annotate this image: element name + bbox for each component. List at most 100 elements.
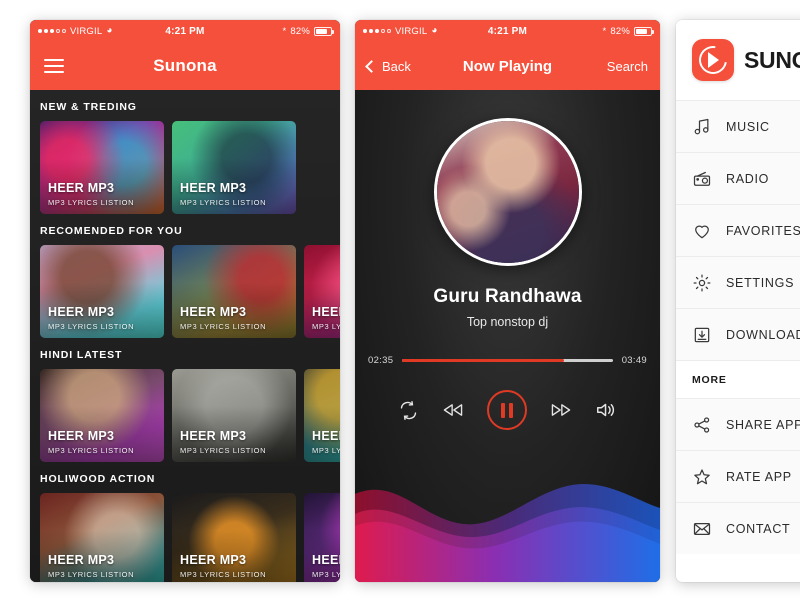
- card-carousel[interactable]: HEER MP3 MP3 LYRICS LISTION HEER MP3 MP3 LY…: [40, 493, 340, 582]
- repeat-icon[interactable]: [398, 400, 419, 421]
- menu-item-label: RADIO: [726, 171, 770, 186]
- card-text: HEER MP3 MP3 LYRICS LISTION: [312, 305, 340, 331]
- menu-item-label: FAVORITES: [726, 223, 800, 238]
- card-text: HEER MP3 MP3 LYRICS LISTION: [48, 181, 158, 207]
- carrier-label: VIRGIL: [70, 25, 103, 37]
- home-navbar: Sunona: [30, 42, 340, 90]
- card-subtitle: MP3 LYRICS LISTION: [48, 570, 135, 579]
- progress-fill: [402, 359, 565, 362]
- menu-item-radio[interactable]: RADIO: [676, 152, 800, 204]
- menu-item-settings[interactable]: SETTINGS: [676, 256, 800, 308]
- card-carousel[interactable]: HEER MP3 MP3 LYRICS LISTION HEER MP3 MP3 LY…: [40, 245, 340, 338]
- hamburger-icon[interactable]: [44, 59, 64, 73]
- artist-photo: [436, 121, 579, 263]
- menu-item-music[interactable]: MUSIC: [676, 100, 800, 152]
- rewind-icon[interactable]: [441, 400, 465, 420]
- battery-percent-label: 82%: [290, 25, 310, 37]
- status-bar-left: VIRGIL ◕: [38, 26, 113, 37]
- card-title: HEER MP3: [48, 305, 115, 320]
- card-carousel[interactable]: HEER MP3 MP3 LYRICS LISTION HEER MP3 MP3 LY…: [40, 369, 340, 462]
- menu-item-downloads[interactable]: DOWNLOADS: [676, 308, 800, 360]
- status-bar-right: * 82%: [602, 25, 654, 37]
- card-text: HEER MP3 MP3 LYRICS LISTION: [312, 553, 340, 579]
- app-logo: SUNONA: [676, 20, 800, 100]
- card-subtitle: MP3 LYRICS LISTION: [312, 570, 340, 579]
- card-text: HEER MP3 MP3 LYRICS LISTION: [48, 429, 158, 455]
- player-screen-panel: VIRGIL ◕ 4:21 PM * 82% Back Now Playing …: [355, 20, 660, 582]
- card-subtitle: MP3 LYRICS LISTION: [180, 322, 267, 331]
- home-section: NEW & TREDING HEER MP3 MP3 LYRICS LISTION H…: [30, 90, 340, 214]
- search-button[interactable]: Search: [607, 59, 648, 74]
- signal-strength-icon: [363, 29, 391, 33]
- menu-item-label: RATE APP: [726, 469, 792, 484]
- progress-row: 02:35 03:49: [355, 355, 660, 366]
- status-bar-left: VIRGIL ◕: [363, 26, 438, 37]
- screenshot-stage: VIRGIL ◕ 4:21 PM * 82% Sunona NEW & TRED…: [0, 0, 800, 600]
- menu-item-share-app[interactable]: SHARE APP: [676, 398, 800, 450]
- card-subtitle: MP3 LYRICS LISTION: [312, 322, 340, 331]
- page-title: Sunona: [153, 56, 217, 75]
- song-card[interactable]: HEER MP3 MP3 LYRICS LISTION: [40, 245, 164, 338]
- card-subtitle: MP3 LYRICS LISTION: [180, 446, 267, 455]
- card-text: HEER MP3 MP3 LYRICS LISTION: [180, 305, 290, 331]
- song-card[interactable]: HEER MP3 MP3 LYRICS LISTION: [304, 369, 340, 462]
- card-text: HEER MP3 MP3 LYRICS LISTION: [48, 553, 158, 579]
- battery-percent-label: 82%: [610, 25, 630, 37]
- player-navbar: Back Now Playing Search: [355, 42, 660, 90]
- song-card[interactable]: HEER MP3 MP3 LYRICS LISTION: [40, 121, 164, 214]
- status-bar-home: VIRGIL ◕ 4:21 PM * 82%: [30, 20, 340, 42]
- song-card[interactable]: HEER MP3 MP3 LYRICS LISTION: [172, 121, 296, 214]
- pause-icon: [501, 402, 513, 418]
- card-subtitle: MP3 LYRICS LISTION: [48, 198, 135, 207]
- album-art[interactable]: [433, 118, 582, 266]
- carrier-label: VIRGIL: [395, 25, 428, 37]
- star-icon: [692, 467, 712, 487]
- card-subtitle: MP3 LYRICS LISTION: [48, 446, 135, 455]
- player-controls: [355, 390, 660, 430]
- song-card[interactable]: HEER MP3 MP3 LYRICS LISTION: [40, 369, 164, 462]
- song-card[interactable]: HEER MP3 MP3 LYRICS LISTION: [40, 493, 164, 582]
- section-title: NEW & TREDING: [40, 101, 137, 113]
- song-card[interactable]: HEER MP3 MP3 LYRICS LISTION: [304, 245, 340, 338]
- music-note-icon: [692, 117, 712, 137]
- chevron-left-icon: [365, 59, 378, 73]
- menu-item-favorites[interactable]: FAVORITES: [676, 204, 800, 256]
- menu-item-label: SETTINGS: [726, 275, 795, 290]
- song-card[interactable]: HEER MP3 MP3 LYRICS LISTION: [172, 245, 296, 338]
- pause-button[interactable]: [487, 390, 527, 430]
- wave-graphic: [355, 483, 660, 582]
- bluetooth-icon: *: [602, 25, 607, 37]
- card-carousel[interactable]: HEER MP3 MP3 LYRICS LISTION HEER MP3 MP3 LY…: [40, 121, 340, 214]
- battery-icon: [314, 26, 334, 36]
- menu-item-rate-app[interactable]: RATE APP: [676, 450, 800, 502]
- section-title: RECOMENDED FOR YOU: [40, 225, 183, 237]
- menu-item-label: MUSIC: [726, 119, 770, 134]
- song-card[interactable]: HEER MP3 MP3 LYRICS LISTION: [172, 493, 296, 582]
- card-title: HEER MP3: [180, 429, 247, 444]
- progress-slider[interactable]: [402, 359, 613, 362]
- wifi-icon: ◕: [431, 25, 438, 36]
- gear-icon: [692, 273, 712, 293]
- menu-item-label: DOWNLOADS: [726, 327, 800, 342]
- bluetooth-icon: *: [282, 25, 287, 37]
- section-title: HOLIWOOD ACTION: [40, 473, 156, 485]
- play-logo-icon: [692, 39, 734, 81]
- download-icon: [692, 325, 712, 345]
- menu-item-contact[interactable]: CONTACT: [676, 502, 800, 554]
- song-card[interactable]: HEER MP3 MP3 LYRICS LISTION: [304, 493, 340, 582]
- logo-play-triangle: [708, 52, 719, 68]
- volume-icon[interactable]: [595, 400, 617, 420]
- home-content-scroll[interactable]: NEW & TREDING HEER MP3 MP3 LYRICS LISTION H…: [30, 90, 340, 582]
- back-button[interactable]: Back: [365, 59, 411, 74]
- total-time-label: 03:49: [621, 355, 647, 366]
- status-bar-right: * 82%: [282, 25, 334, 37]
- heart-icon: [692, 221, 712, 241]
- card-subtitle: MP3 LYRICS LISTION: [180, 198, 267, 207]
- fast-forward-icon[interactable]: [549, 400, 573, 420]
- card-title: HEER MP3: [312, 429, 340, 444]
- home-section: RECOMENDED FOR YOU HEER MP3 MP3 LYRICS LIS…: [30, 214, 340, 338]
- home-section: HINDI LATEST HEER MP3 MP3 LYRICS LISTION HE…: [30, 338, 340, 462]
- menu-item-label: SHARE APP: [726, 417, 800, 432]
- song-card[interactable]: HEER MP3 MP3 LYRICS LISTION: [172, 369, 296, 462]
- card-text: HEER MP3 MP3 LYRICS LISTION: [180, 553, 290, 579]
